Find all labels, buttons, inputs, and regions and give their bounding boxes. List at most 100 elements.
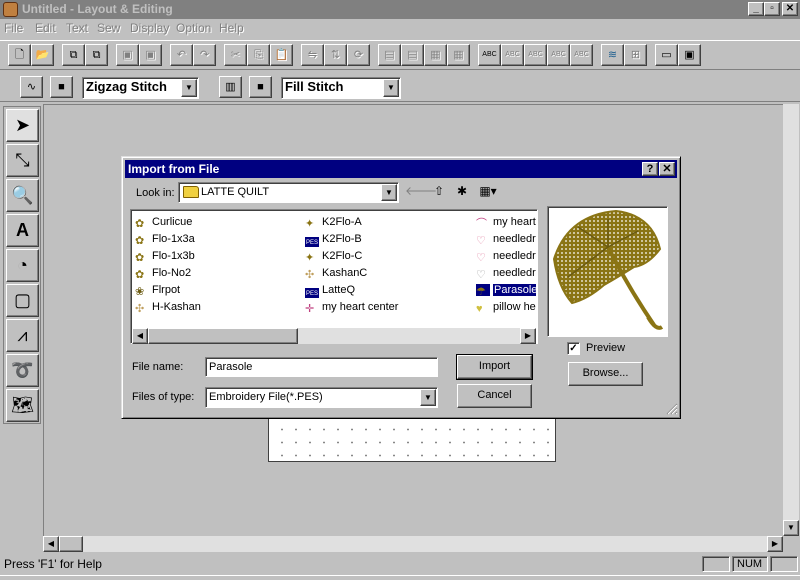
menu-option[interactable]: Option	[176, 21, 211, 35]
list-item[interactable]: ✛ my heart center	[305, 299, 470, 315]
scroll-thumb[interactable]	[148, 328, 298, 344]
list-item[interactable]: ✿ Flo-1x3b	[135, 248, 295, 264]
maximize-button[interactable]: ▫	[764, 2, 780, 16]
browse-button[interactable]: Browse...	[568, 362, 643, 386]
cut-icon[interactable]: ✂	[224, 44, 247, 66]
freehand-tool-icon[interactable]: ➰	[6, 354, 39, 387]
chevron-down-icon[interactable]: ▼	[420, 389, 436, 406]
text-abc-icon[interactable]: ABC	[478, 44, 501, 66]
write-card-icon[interactable]: ▣	[678, 44, 701, 66]
menu-display[interactable]: Display	[130, 21, 169, 35]
group-icon[interactable]: ▦	[424, 44, 447, 66]
look-in-combo[interactable]: LATTE QUILT ▼	[178, 182, 399, 203]
import-icon[interactable]: ⧉	[62, 44, 85, 66]
text-vertical-icon[interactable]: ABC	[570, 44, 593, 66]
text-slant-icon[interactable]: ABC	[547, 44, 570, 66]
chevron-down-icon[interactable]: ▼	[381, 184, 397, 201]
list-item[interactable]: ❀ Flrpot	[135, 282, 295, 298]
chevron-down-icon[interactable]: ▼	[383, 79, 399, 97]
vertical-scrollbar[interactable]: ▼	[783, 104, 799, 536]
new-folder-icon[interactable]: ✱	[451, 182, 473, 203]
text-arc-icon[interactable]: ABC	[501, 44, 524, 66]
list-item[interactable]: ⌒ my heart	[476, 214, 536, 230]
save-icon[interactable]: ▣	[116, 44, 139, 66]
copy-icon[interactable]: ⎘	[247, 44, 270, 66]
fill-pattern-icon[interactable]: ▥	[219, 76, 242, 98]
view-menu-icon[interactable]: ▦▾	[474, 182, 502, 203]
file-name-input[interactable]: Parasole	[205, 357, 438, 377]
scroll-left-icon[interactable]: ◀	[43, 536, 59, 552]
list-item[interactable]: ✿ Flo-No2	[135, 265, 295, 281]
menu-text[interactable]: Text	[66, 21, 88, 35]
back-arrow-icon[interactable]: 🡐	[405, 182, 437, 203]
file-list-scrollbar[interactable]: ◀ ▶	[132, 328, 536, 344]
list-item[interactable]: ✿ Flo-1x3a	[135, 231, 295, 247]
text-tool-icon[interactable]: A	[6, 214, 39, 247]
undo-icon[interactable]: ↶	[170, 44, 193, 66]
list-item[interactable]: ♡needledre	[476, 248, 536, 264]
flip-icon[interactable]: ⇅	[324, 44, 347, 66]
scroll-right-icon[interactable]: ▶	[520, 328, 536, 344]
line-stitch-combo[interactable]: Zigzag Stitch ▼	[82, 77, 199, 99]
rectangle-tool-icon[interactable]: ▢	[6, 284, 39, 317]
app-icon[interactable]	[3, 2, 18, 17]
list-item[interactable]: ♡needledre	[476, 265, 536, 281]
menu-help[interactable]: Help	[219, 21, 244, 35]
scroll-thumb[interactable]	[59, 536, 83, 552]
line-shape-icon[interactable]: ∿	[20, 76, 43, 98]
file-list[interactable]: ✿ Curlicue ✿ Flo-1x3a ✿ Flo-1x3b ✿ Flo-No2 ❀…	[130, 209, 538, 344]
ungroup-icon[interactable]: ▦	[447, 44, 470, 66]
minimize-button[interactable]: _	[748, 2, 764, 16]
cancel-button[interactable]: Cancel	[457, 384, 532, 408]
preview-checkbox[interactable]: ✓	[567, 342, 580, 355]
point-edit-icon[interactable]: ⤡	[6, 144, 39, 177]
save-as-icon[interactable]: ▣	[139, 44, 162, 66]
dialog-close-button[interactable]: ✕	[659, 162, 675, 176]
dialog-help-button[interactable]: ?	[642, 162, 658, 176]
list-item[interactable]: ✿ Curlicue	[135, 214, 295, 230]
select-arrow-icon[interactable]: ➤	[6, 109, 39, 142]
new-icon[interactable]: 🗋	[8, 44, 31, 66]
scroll-left-icon[interactable]: ◀	[132, 328, 148, 344]
list-item[interactable]: ♡needledre	[476, 231, 536, 247]
text-wave-icon[interactable]: ABC	[524, 44, 547, 66]
design-property-icon[interactable]: ▭	[655, 44, 678, 66]
scroll-right-icon[interactable]: ▶	[767, 536, 783, 552]
line-tool-icon[interactable]: ⩘	[6, 319, 39, 352]
menu-file[interactable]: File	[4, 21, 23, 35]
zoom-icon[interactable]: 🔍	[6, 179, 39, 212]
list-item[interactable]: ✦ K2Flo-A	[305, 214, 470, 230]
list-item[interactable]: ✦ K2Flo-C	[305, 248, 470, 264]
export-icon[interactable]: ⧉	[85, 44, 108, 66]
layer-front-icon[interactable]: ▤	[378, 44, 401, 66]
fill-color-icon[interactable]: ■	[249, 76, 272, 98]
design-page-grid[interactable]	[268, 418, 556, 462]
mirror-icon[interactable]: ⇋	[301, 44, 324, 66]
open-icon[interactable]: 📂	[31, 44, 54, 66]
line-color-icon[interactable]: ■	[50, 76, 73, 98]
list-item[interactable]: ✣ H-Kashan	[135, 299, 295, 315]
chevron-down-icon[interactable]: ▼	[181, 79, 197, 97]
shape-tool-icon[interactable]: ◔	[6, 249, 39, 282]
import-button[interactable]: Import	[456, 354, 533, 380]
close-button[interactable]: ✕	[782, 2, 798, 16]
sew-order-icon[interactable]: ⊞	[624, 44, 647, 66]
map-tool-icon[interactable]: 🗺	[6, 389, 39, 422]
files-of-type-combo[interactable]: Embroidery File(*.PES) ▼	[205, 387, 438, 408]
list-item[interactable]: ♥pillow hea	[476, 299, 536, 315]
horizontal-scrollbar[interactable]: ◀ ▶	[43, 536, 783, 552]
up-folder-icon[interactable]: ⇧	[428, 182, 450, 203]
redo-icon[interactable]: ↷	[193, 44, 216, 66]
stitch-simulator-icon[interactable]: ≋	[601, 44, 624, 66]
scroll-down-icon[interactable]: ▼	[783, 520, 799, 536]
list-item[interactable]: PES K2Flo-B	[305, 231, 470, 247]
list-item[interactable]: ✣ KashanC	[305, 265, 470, 281]
rotate-icon[interactable]: ⟳	[347, 44, 370, 66]
menu-sew[interactable]: Sew	[97, 21, 120, 35]
layer-back-icon[interactable]: ▤	[401, 44, 424, 66]
menu-edit[interactable]: Edit	[35, 21, 56, 35]
list-item[interactable]: PES LatteQ	[305, 282, 470, 298]
fill-stitch-combo[interactable]: Fill Stitch ▼	[281, 77, 401, 99]
resize-grip-icon[interactable]	[666, 403, 678, 415]
paste-icon[interactable]: 📋	[270, 44, 293, 66]
